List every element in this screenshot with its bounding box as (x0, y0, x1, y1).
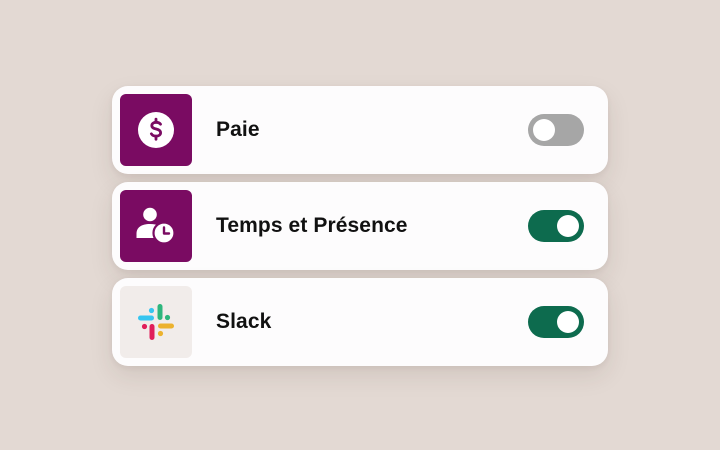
app-tile-slack (120, 286, 192, 358)
integration-label: Paie (216, 118, 260, 141)
toggle-knob (557, 215, 579, 237)
integration-label: Temps et Présence (216, 214, 408, 237)
integration-card-temps-presence: Temps et Présence (112, 182, 608, 270)
slack-logo-icon (138, 304, 174, 340)
toggle-knob (557, 311, 579, 333)
app-tile-temps-presence (120, 190, 192, 262)
app-tile-paie (120, 94, 192, 166)
integration-list: Paie Temps et Présence Slack (112, 86, 608, 374)
integration-card-slack: Slack (112, 278, 608, 366)
toggle-temps-presence[interactable] (528, 210, 584, 242)
dollar-icon (138, 112, 174, 148)
integration-card-paie: Paie (112, 86, 608, 174)
integration-label: Slack (216, 310, 272, 333)
toggle-knob (533, 119, 555, 141)
toggle-paie[interactable] (528, 114, 584, 146)
toggle-slack[interactable] (528, 306, 584, 338)
user-clock-icon (136, 207, 176, 245)
